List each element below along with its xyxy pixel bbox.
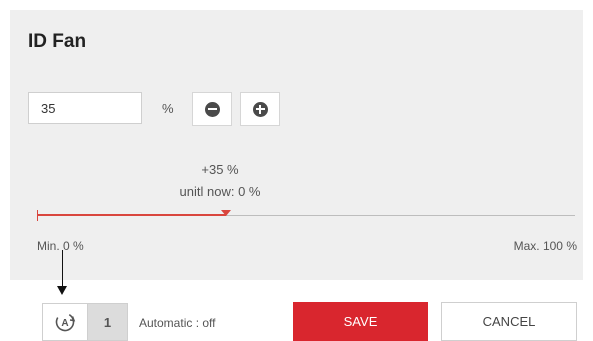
minus-circle-icon: [204, 101, 220, 117]
slider-marker[interactable]: [220, 210, 231, 216]
automatic-status: Automatic : off: [139, 316, 216, 330]
unit-label: %: [162, 101, 174, 116]
cancel-button[interactable]: CANCEL: [441, 302, 577, 341]
percent-input[interactable]: [28, 92, 142, 124]
automatic-mode-button[interactable]: A: [43, 304, 88, 340]
arrow-down-icon: [57, 286, 67, 295]
plus-circle-icon: [252, 101, 268, 117]
save-button[interactable]: SAVE: [293, 302, 428, 341]
fan-control-panel: [10, 10, 583, 280]
until-now-text: unitl now: 0 %: [179, 184, 261, 199]
automatic-mode-icon: A: [55, 312, 76, 332]
increase-button[interactable]: [240, 92, 280, 126]
max-label: Max. 100 %: [513, 239, 577, 253]
svg-text:A: A: [61, 318, 68, 329]
automatic-count: 1: [88, 304, 127, 340]
change-value-text: +35 %: [201, 162, 239, 177]
annotation-arrow-line: [62, 250, 63, 286]
slider-fill: [38, 214, 226, 216]
panel-title: ID Fan: [28, 31, 87, 52]
decrease-button[interactable]: [192, 92, 232, 126]
automatic-toggle[interactable]: A 1: [42, 303, 128, 341]
min-label: Min. 0 %: [37, 239, 84, 253]
